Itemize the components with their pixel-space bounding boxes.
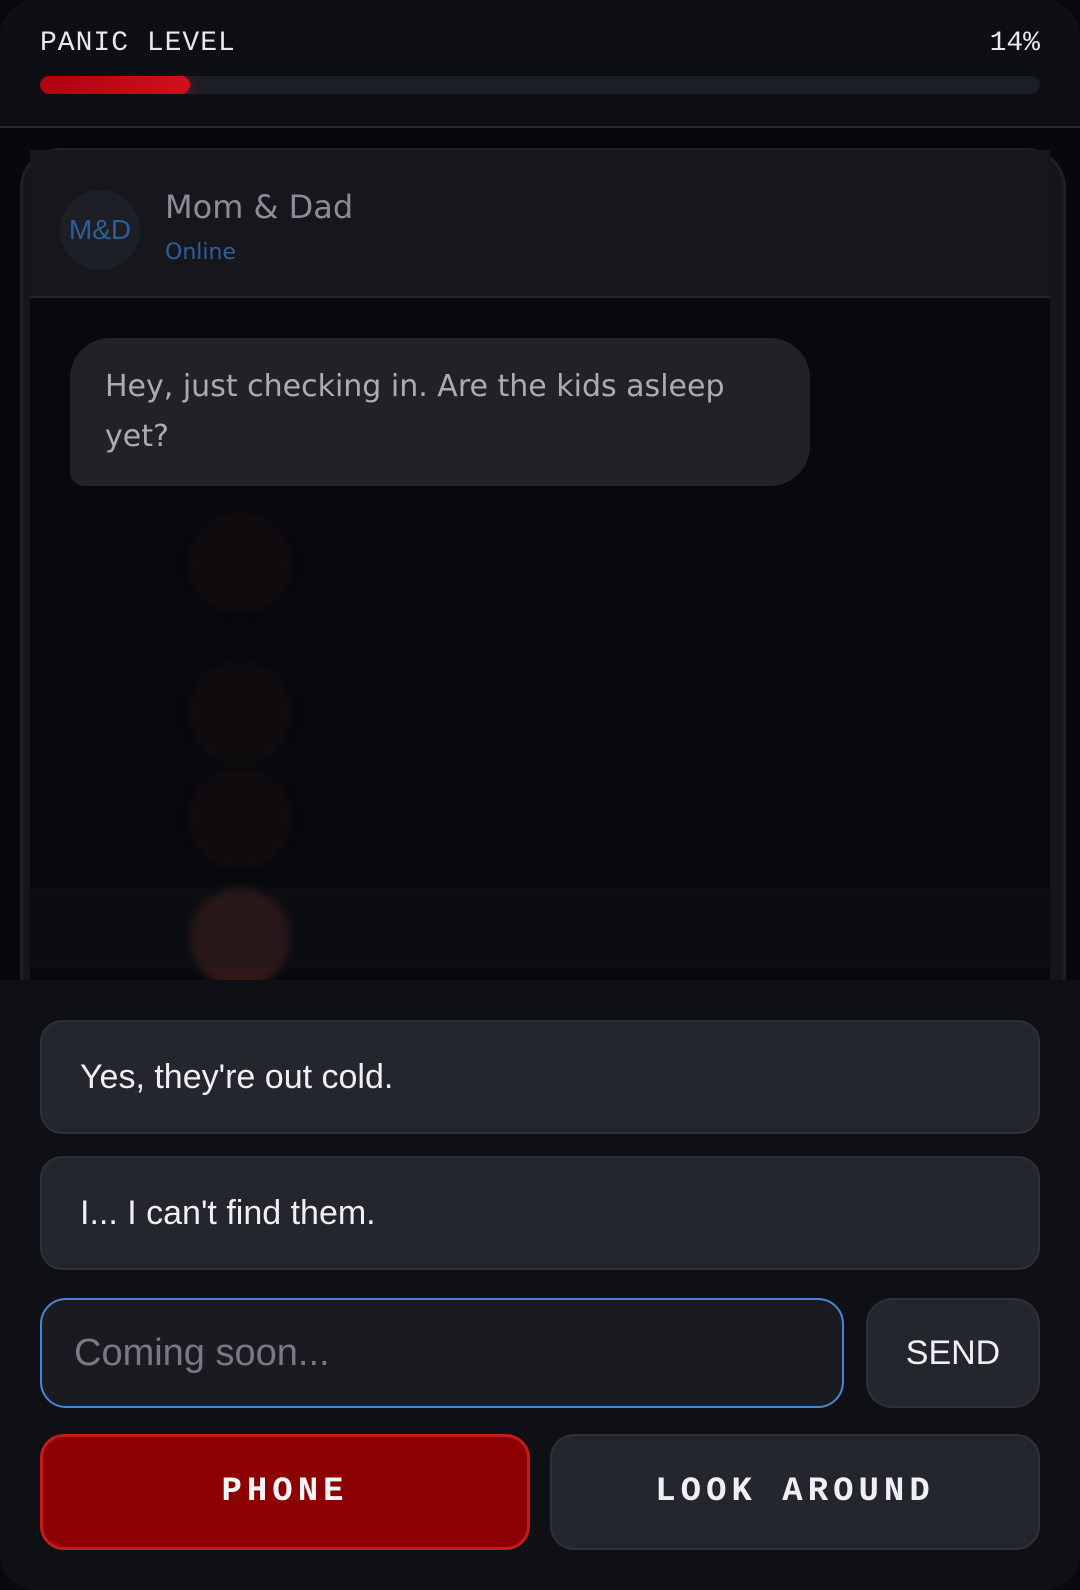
reply-option-1[interactable]: Yes, they're out cold.	[40, 1020, 1040, 1134]
reply-option-2[interactable]: I... I can't find them.	[40, 1156, 1040, 1270]
phone-scene: M&D Mom & Dad Online Hey, just checking …	[0, 128, 1080, 980]
look-around-button[interactable]: LOOK AROUND	[550, 1434, 1040, 1550]
incoming-message-bubble: Hey, just checking in. Are the kids asle…	[70, 338, 810, 486]
contact-status: Online	[165, 240, 236, 265]
chat-body: Hey, just checking in. Are the kids asle…	[30, 298, 1050, 980]
phone-button[interactable]: PHONE	[40, 1434, 530, 1550]
chat-header: M&D Mom & Dad Online	[30, 150, 1050, 298]
background-blur-shape	[190, 768, 290, 868]
send-button[interactable]: SEND	[866, 1298, 1040, 1408]
game-screen: PANIC LEVEL 14% M&D Mom & Dad Online Hey…	[0, 0, 1080, 1590]
message-input[interactable]	[40, 1298, 844, 1408]
background-blur-shape	[190, 663, 290, 763]
panic-label: PANIC LEVEL	[40, 28, 236, 59]
panic-bar-track	[40, 76, 1040, 94]
background-blur-shape	[190, 513, 290, 613]
controls-panel: Yes, they're out cold. I... I can't find…	[0, 980, 1080, 1590]
contact-name: Mom & Dad	[165, 188, 354, 226]
contact-avatar: M&D	[60, 190, 140, 270]
background-blur-shape	[30, 888, 1050, 968]
panic-bar-fill	[40, 76, 190, 94]
panic-meter: PANIC LEVEL 14%	[0, 0, 1080, 128]
panic-value: 14%	[989, 28, 1040, 59]
